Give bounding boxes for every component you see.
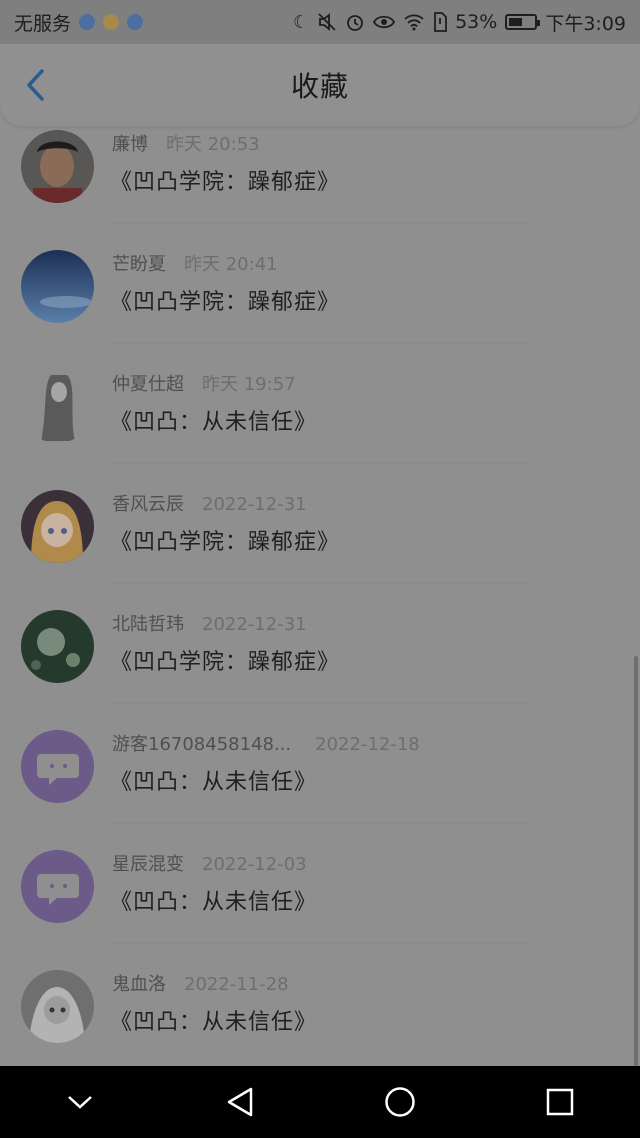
item-title[interactable]: 《凹凸：从未信任》 (110, 404, 317, 436)
scrollbar[interactable] (634, 656, 638, 1066)
divider (112, 343, 528, 344)
item-title[interactable]: 《凹凸学院：躁郁症》 (110, 164, 340, 196)
item-title[interactable]: 《凹凸：从未信任》 (110, 1004, 317, 1036)
avatar[interactable] (21, 250, 94, 323)
app-indicator-icon (103, 14, 120, 30)
home-nav-button[interactable] (370, 1072, 430, 1132)
avatar[interactable] (21, 610, 94, 683)
item-title[interactable]: 《凹凸学院：躁郁症》 (110, 644, 340, 676)
timestamp: 2022-12-31 (202, 494, 307, 515)
username[interactable]: 北陆哲玮 (112, 610, 184, 636)
divider (112, 583, 528, 584)
back-button[interactable] (18, 68, 52, 102)
mute-icon (318, 13, 336, 31)
username[interactable]: 廉博 (112, 130, 148, 156)
recents-square-icon (546, 1088, 574, 1116)
avatar[interactable] (21, 730, 94, 803)
username[interactable]: 芒盼夏 (112, 250, 166, 276)
home-circle-icon (385, 1087, 415, 1117)
avatar[interactable] (21, 850, 94, 923)
username[interactable]: 星辰混变 (112, 850, 184, 876)
timestamp: 2022-11-28 (184, 974, 289, 995)
avatar[interactable] (21, 370, 94, 443)
hide-nav-button[interactable] (50, 1072, 110, 1132)
divider (112, 823, 528, 824)
list-item[interactable]: 香风云辰 2022-12-31 《凹凸学院：躁郁症》 (0, 478, 640, 598)
favorites-list: 廉博 昨天 20:53 《凹凸学院：躁郁症》 芒盼夏 昨天 20:41 《凹凸学院：… (0, 126, 640, 1066)
battery-percent: 53% (455, 11, 498, 33)
avatar[interactable] (21, 130, 94, 203)
timestamp: 2022-12-18 (315, 734, 420, 755)
list-item[interactable]: 芒盼夏 昨天 20:41 《凹凸学院：躁郁症》 (0, 238, 640, 358)
list-item[interactable]: 游客16708458148... 2022-12-18 《凹凸：从未信任》 (0, 718, 640, 838)
app-indicator-icon (127, 14, 144, 30)
moon-icon: ☾ (292, 11, 310, 33)
item-title[interactable]: 《凹凸：从未信任》 (110, 764, 317, 796)
divider (112, 223, 528, 224)
chevron-down-icon (68, 1096, 92, 1109)
divider (112, 943, 528, 944)
username[interactable]: 游客16708458148... (112, 730, 291, 756)
list-item[interactable]: 星辰混变 2022-12-03 《凹凸：从未信任》 (0, 838, 640, 958)
divider (112, 703, 528, 704)
chevron-left-icon (27, 69, 44, 101)
list-item[interactable]: 仲夏仕超 昨天 19:57 《凹凸：从未信任》 (0, 358, 640, 478)
alarm-icon (347, 15, 363, 31)
username[interactable]: 鬼血洛 (112, 970, 166, 996)
header-bar: 收藏 (0, 44, 640, 126)
list-item[interactable]: 廉博 昨天 20:53 《凹凸学院：躁郁症》 (0, 126, 640, 238)
navigation-bar (0, 1066, 640, 1138)
wifi-icon (404, 14, 424, 31)
status-bar: 无服务 ☾ 53% 下午3:09 (0, 0, 640, 44)
username[interactable]: 仲夏仕超 (112, 370, 184, 396)
eye-icon (373, 15, 396, 29)
item-title[interactable]: 《凹凸学院：躁郁症》 (110, 524, 340, 556)
back-triangle-icon (227, 1087, 253, 1117)
list-item[interactable]: 北陆哲玮 2022-12-31 《凹凸学院：躁郁症》 (0, 598, 640, 718)
carrier-label: 无服务 (14, 12, 72, 35)
timestamp: 昨天 20:53 (166, 134, 260, 155)
back-nav-button[interactable] (210, 1072, 270, 1132)
divider (112, 463, 528, 464)
timestamp: 2022-12-03 (202, 854, 307, 875)
clock: 下午3:09 (545, 12, 626, 35)
item-title[interactable]: 《凹凸学院：躁郁症》 (110, 284, 340, 316)
list-item[interactable]: 鬼血洛 2022-11-28 《凹凸：从未信任》 (0, 958, 640, 1066)
timestamp: 昨天 20:41 (184, 254, 278, 275)
timestamp: 2022-12-31 (202, 614, 307, 635)
timestamp: 昨天 19:57 (202, 374, 296, 395)
battery-icon (505, 14, 541, 30)
app-indicator-icon (79, 14, 96, 30)
recents-nav-button[interactable] (530, 1072, 590, 1132)
username[interactable]: 香风云辰 (112, 490, 184, 516)
avatar[interactable] (21, 490, 94, 563)
item-title[interactable]: 《凹凸：从未信任》 (110, 884, 317, 916)
avatar[interactable] (21, 970, 94, 1043)
sim-icon (434, 12, 447, 32)
page-title: 收藏 (290, 70, 349, 103)
